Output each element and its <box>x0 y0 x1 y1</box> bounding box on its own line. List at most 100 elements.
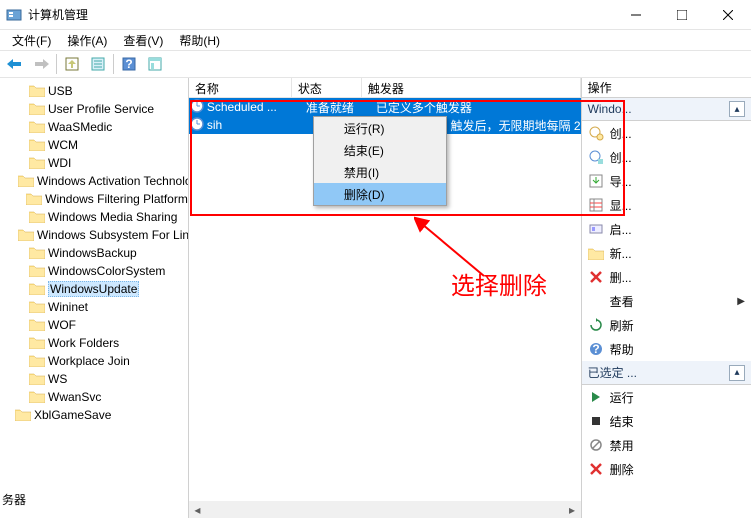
tree-item-usb[interactable]: USB <box>0 82 188 100</box>
tree-item-wdi[interactable]: WDI <box>0 154 188 172</box>
tree-item-waasmedic[interactable]: WaaSMedic <box>0 118 188 136</box>
annotation-text: 选择删除 <box>451 266 547 301</box>
context-menu-end-label: 结束(E) <box>344 142 384 159</box>
task-row[interactable]: Scheduled ...准备就绪已定义多个触发器 <box>189 98 581 116</box>
context-menu: 运行(R) 结束(E) 禁用(I) 删除(D) <box>313 116 447 206</box>
titlebar: 计算机管理 <box>0 0 751 30</box>
scroll-track[interactable] <box>206 501 564 518</box>
folder-icon <box>15 408 31 422</box>
import-icon <box>588 173 604 189</box>
clock-icon <box>190 99 204 116</box>
tree-item-windowsupdate[interactable]: WindowsUpdate <box>0 280 188 298</box>
clock-new2-icon <box>588 149 604 165</box>
tree-item-windowsbackup[interactable]: WindowsBackup <box>0 244 188 262</box>
properties-button[interactable] <box>86 53 110 75</box>
close-button[interactable] <box>705 0 751 30</box>
task-list-panel: 名称 状态 触发器 Scheduled ...准备就绪已定义多个触发器sih1 … <box>189 78 582 518</box>
tree-item-xblgamesave[interactable]: XblGameSave <box>0 406 188 424</box>
tree-item-user-profile-service[interactable]: User Profile Service <box>0 100 188 118</box>
tree-item-label: WS <box>48 372 67 386</box>
disable-icon <box>588 437 604 453</box>
menu-view[interactable]: 查看(V) <box>115 31 171 50</box>
tree-item-ws[interactable]: WS <box>0 370 188 388</box>
col-name[interactable]: 名称 <box>189 78 292 97</box>
col-status[interactable]: 状态 <box>292 78 362 97</box>
context-menu-disable[interactable]: 禁用(I) <box>314 161 446 183</box>
folder-icon <box>29 264 45 278</box>
context-menu-end[interactable]: 结束(E) <box>314 139 446 161</box>
action-显...[interactable]: 显... <box>582 193 751 217</box>
maximize-button[interactable] <box>659 0 705 30</box>
toolbar: ? <box>0 50 751 78</box>
action-label: 帮助 <box>610 341 634 358</box>
tree-item-label: USB <box>48 84 73 98</box>
tree-item-label: Windows Filtering Platform <box>45 192 188 206</box>
tree-item-wof[interactable]: WOF <box>0 316 188 334</box>
folder-icon <box>29 390 45 404</box>
scroll-right-button[interactable]: ▸ <box>564 501 581 518</box>
tree-item-label: Windows Activation Technologies <box>37 174 189 188</box>
action-运行[interactable]: 运行 <box>582 385 751 409</box>
action-删除[interactable]: 删除 <box>582 457 751 481</box>
action-删...[interactable]: 删... <box>582 265 751 289</box>
main-area: USB User Profile Service WaaSMedic WCMWDI Wi… <box>0 78 751 518</box>
context-menu-run[interactable]: 运行(R) <box>314 117 446 139</box>
context-menu-run-label: 运行(R) <box>344 120 385 137</box>
action-结束[interactable]: 结束 <box>582 409 751 433</box>
actions-group2-title: 已选定 ... <box>588 364 637 381</box>
details-button[interactable] <box>143 53 167 75</box>
minimize-button[interactable] <box>613 0 659 30</box>
context-menu-delete[interactable]: 删除(D) <box>314 183 446 205</box>
tree-item-label: WOF <box>48 318 76 332</box>
action-查看[interactable]: 查看▶ <box>582 289 751 313</box>
action-新...[interactable]: 新... <box>582 241 751 265</box>
forward-button[interactable] <box>29 53 53 75</box>
action-创...[interactable]: 创... <box>582 145 751 169</box>
nav-tree[interactable]: USB User Profile Service WaaSMedic WCMWDI Wi… <box>0 78 189 518</box>
tree-item-label: WaaSMedic <box>48 120 112 134</box>
back-button[interactable] <box>3 53 27 75</box>
col-triggers[interactable]: 触发器 <box>362 78 581 97</box>
menu-help[interactable]: 帮助(H) <box>171 31 228 50</box>
action-label: 创... <box>610 149 632 166</box>
delete-red-icon <box>588 461 604 477</box>
collapse-icon[interactable]: ▴ <box>729 365 745 381</box>
folder-icon <box>29 210 45 224</box>
task-name: Scheduled ... <box>207 100 306 114</box>
scroll-left-button[interactable]: ◂ <box>189 501 206 518</box>
actions-group-windowsupdate[interactable]: Windo... ▴ <box>582 98 751 121</box>
horizontal-scrollbar[interactable]: ◂ ▸ <box>189 501 581 518</box>
tree-item-label: WindowsBackup <box>48 246 137 260</box>
action-label: 创... <box>610 125 632 142</box>
tree-item-windows-subsystem-for-linux[interactable]: Windows Subsystem For Linux <box>0 226 188 244</box>
tree-item-label: WindowsUpdate <box>48 281 139 297</box>
tree-item-windows-media-sharing[interactable]: Windows Media Sharing <box>0 208 188 226</box>
tree-item-workplace-join[interactable]: Workplace Join <box>0 352 188 370</box>
action-导...[interactable]: 导... <box>582 169 751 193</box>
action-帮助[interactable]: ?帮助 <box>582 337 751 361</box>
tree-item-wcm[interactable]: WCM <box>0 136 188 154</box>
action-label: 导... <box>610 173 632 190</box>
action-启...[interactable]: 启... <box>582 217 751 241</box>
tree-item-wwansvc[interactable]: WwanSvc <box>0 388 188 406</box>
tree-item-windows-filtering-platform[interactable]: Windows Filtering Platform <box>0 190 188 208</box>
actions-group-selected[interactable]: 已选定 ... ▴ <box>582 361 751 385</box>
collapse-icon[interactable]: ▴ <box>729 101 745 117</box>
tree-item-wininet[interactable]: Wininet <box>0 298 188 316</box>
menu-action[interactable]: 操作(A) <box>59 31 115 50</box>
up-button[interactable] <box>60 53 84 75</box>
play-icon <box>588 389 604 405</box>
menu-file[interactable]: 文件(F) <box>4 31 59 50</box>
tree-item-windows-activation-technologies[interactable]: Windows Activation Technologies <box>0 172 188 190</box>
help-button[interactable]: ? <box>117 53 141 75</box>
tree-item-windowscolorsystem[interactable]: WindowsColorSystem <box>0 262 188 280</box>
tree-item-label: User Profile Service <box>48 102 154 116</box>
folder-icon <box>29 282 45 296</box>
tree-item-label: WindowsColorSystem <box>48 264 165 278</box>
action-创...[interactable]: 创... <box>582 121 751 145</box>
actions-group1-title: Windo... <box>588 102 632 116</box>
action-禁用[interactable]: 禁用 <box>582 433 751 457</box>
action-刷新[interactable]: 刷新 <box>582 313 751 337</box>
tree-item-work-folders[interactable]: Work Folders <box>0 334 188 352</box>
stop-icon <box>588 413 604 429</box>
